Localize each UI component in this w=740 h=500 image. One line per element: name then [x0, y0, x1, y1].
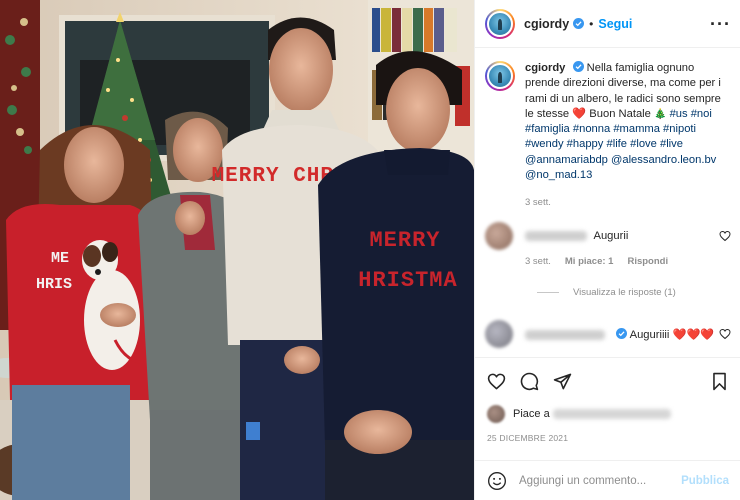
comment-text: Auguriiii	[629, 328, 673, 341]
action-icons	[487, 372, 729, 391]
verified-badge-icon	[573, 18, 585, 29]
publish-button[interactable]: Pubblica	[681, 475, 729, 487]
christmas-tree-emoji-icon: 🎄	[654, 108, 667, 120]
caption-body-2: Buon Natale	[586, 107, 654, 120]
commenter-avatar[interactable]	[485, 320, 513, 349]
author-username[interactable]: cgiordy	[524, 17, 569, 31]
commenter-avatar[interactable]	[485, 222, 513, 251]
comment-item: Auguriiii ❤️❤️❤️	[485, 320, 731, 349]
comment-like-heart-icon[interactable]	[719, 230, 731, 242]
commenter-username-blurred[interactable]	[525, 329, 605, 340]
sweater-text-3-line1: ME	[51, 250, 69, 267]
follow-button[interactable]: Segui	[598, 17, 632, 31]
share-send-icon[interactable]	[553, 372, 572, 391]
comments-section: cgiordy Nella famiglia ognuno prende dir…	[475, 49, 740, 356]
caption-time[interactable]: 3 sett.	[525, 197, 731, 208]
comment-bubble-icon[interactable]	[520, 372, 539, 391]
post-photo[interactable]: MERRY CHRISTM MERRY HRISTMA ME HRIS	[0, 0, 474, 500]
post-side-panel: cgiordy • Segui ··· cgiordy Nella famigl…	[474, 0, 740, 500]
emoji-smiley-icon[interactable]	[487, 471, 507, 491]
hearts-emoji-icon: ❤️❤️❤️	[672, 328, 715, 341]
comment-meta-clipped	[525, 354, 731, 356]
sweater-text-2-line1: MERRY	[369, 228, 440, 253]
likes-summary: Piace a	[487, 405, 729, 423]
sweater-text-2-line2: HRISTMA	[358, 268, 457, 293]
comment-body: Augurii	[525, 230, 719, 242]
more-horizontal-icon[interactable]: ···	[710, 15, 731, 33]
header-separator: •	[589, 16, 594, 31]
likes-prefix: Piace a	[513, 408, 550, 420]
post-header: cgiordy • Segui ···	[475, 0, 740, 48]
post-actions: Piace a 25 DICEMBRE 2021	[475, 357, 740, 467]
caption-avatar[interactable]	[485, 61, 515, 91]
caption-mentions[interactable]: @annamariabdp @alessandro.leon.bv @no_ma…	[525, 154, 716, 181]
author-avatar[interactable]	[485, 8, 515, 39]
comment-item: Augurii	[485, 222, 731, 251]
add-comment-bar: Pubblica	[475, 460, 740, 500]
view-replies-link[interactable]: Visualizza le risposte (1)	[537, 287, 731, 298]
comment-text: Augurii	[593, 230, 629, 243]
comment-reply-button[interactable]: Rispondi	[627, 256, 668, 267]
comment-like-heart-icon[interactable]	[719, 328, 731, 340]
caption-text: cgiordy Nella famiglia ognuno prende dir…	[525, 61, 731, 183]
caption-username[interactable]: cgiordy	[525, 62, 565, 74]
heart-emoji-icon: ❤️	[572, 107, 587, 120]
comment-input[interactable]	[519, 474, 682, 487]
caption-row: cgiordy Nella famiglia ognuno prende dir…	[485, 61, 731, 183]
liker-avatar[interactable]	[487, 405, 505, 423]
comment-body: Auguriiii ❤️❤️❤️	[525, 327, 719, 341]
sweater-text-3-line2: HRIS	[36, 276, 72, 293]
liker-username-blurred[interactable]	[552, 409, 671, 419]
family-christmas-photo: MERRY CHRISTM MERRY HRISTMA ME HRIS	[0, 0, 474, 500]
verified-badge-icon	[572, 61, 584, 72]
commenter-username-blurred[interactable]	[525, 231, 587, 242]
bookmark-save-icon[interactable]	[710, 372, 729, 391]
comment-likes[interactable]: Mi piace: 1	[565, 256, 614, 267]
verified-badge-icon	[616, 327, 628, 339]
like-heart-icon[interactable]	[487, 372, 506, 391]
replies-divider	[537, 292, 559, 294]
view-replies-label: Visualizza le risposte (1)	[573, 287, 676, 299]
post-date[interactable]: 25 DICEMBRE 2021	[487, 433, 729, 443]
comment-meta: 3 sett. Mi piace: 1 Rispondi	[525, 256, 731, 267]
comment-time[interactable]: 3 sett.	[525, 256, 551, 267]
